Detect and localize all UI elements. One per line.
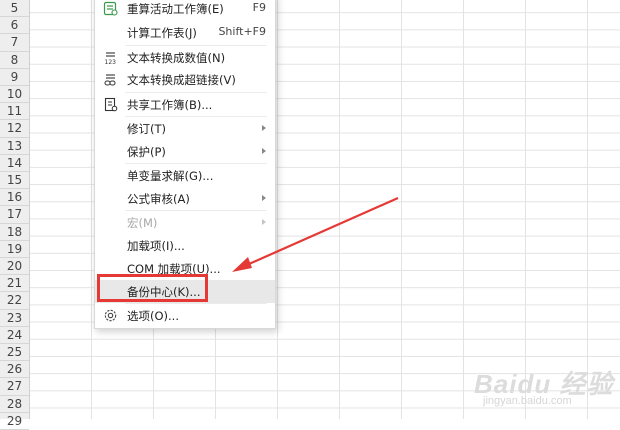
menu-item-label: 单变量求解(G)...: [127, 169, 214, 183]
menu-item-label: 计算工作表(J): [127, 26, 197, 40]
row-header[interactable]: 28: [0, 396, 29, 413]
row-header[interactable]: 17: [0, 206, 29, 224]
submenu-arrow-icon: [262, 148, 266, 154]
menu-item-label: 加载项(I)...: [127, 239, 185, 253]
share-workbook-icon: [102, 96, 118, 112]
text-to-number-icon: 123: [102, 49, 118, 65]
gear-icon: [102, 307, 118, 323]
menu-item-label: 文本转换成数值(N): [127, 51, 226, 65]
recalc-workbook-icon: [102, 0, 118, 16]
menu-item-addins[interactable]: 加载项(I)...: [95, 234, 275, 257]
shortcut-label: F9: [252, 1, 266, 14]
menu-item-label: 公式审核(A): [127, 192, 190, 206]
menu-item-share-workbook[interactable]: 共享工作簿(B)...: [95, 93, 275, 116]
row-header[interactable]: 24: [0, 327, 29, 344]
row-header[interactable]: 5: [0, 0, 29, 18]
menu-item-revisions[interactable]: 修订(T): [95, 117, 275, 140]
menu-item-calc-sheet[interactable]: 计算工作表(J) Shift+F9: [95, 21, 275, 44]
submenu-arrow-icon: [262, 195, 266, 201]
row-header[interactable]: 10: [0, 86, 29, 104]
shortcut-label: Shift+F9: [218, 25, 266, 38]
row-header[interactable]: 7: [0, 34, 29, 52]
submenu-arrow-icon: [262, 219, 266, 225]
menu-item-label: 选项(O)...: [127, 309, 179, 323]
row-header[interactable]: 15: [0, 172, 29, 190]
spreadsheet-grid[interactable]: [0, 0, 620, 419]
row-header[interactable]: 29: [0, 413, 29, 430]
menu-item-protect[interactable]: 保护(P): [95, 140, 275, 163]
menu-item-text-to-number[interactable]: 123 文本转换成数值(N): [95, 46, 275, 69]
menu-item-label: 文本转换成超链接(V): [127, 73, 236, 87]
row-header[interactable]: 20: [0, 258, 29, 276]
menu-item-recalc-workbook[interactable]: 重算活动工作簿(E) F9: [95, 0, 275, 20]
row-header[interactable]: 27: [0, 378, 29, 396]
text-to-link-icon: [102, 71, 118, 87]
menu-item-text-to-link[interactable]: 文本转换成超链接(V): [95, 68, 275, 91]
row-header[interactable]: 14: [0, 155, 29, 172]
row-header[interactable]: 21: [0, 275, 29, 293]
row-header[interactable]: 23: [0, 310, 29, 327]
row-header[interactable]: 8: [0, 52, 29, 69]
submenu-arrow-icon: [262, 125, 266, 131]
row-headers: 5 6 7 8 9 10 11 12 13 14 15 16 17 18 19 …: [0, 0, 30, 430]
row-header[interactable]: 12: [0, 120, 29, 138]
menu-item-label: 共享工作簿(B)...: [127, 98, 213, 112]
menu-item-label: 宏(M): [127, 216, 158, 230]
menu-item-macro[interactable]: 宏(M): [95, 211, 275, 234]
menu-item-label: 修订(T): [127, 122, 166, 136]
svg-text:123: 123: [104, 59, 116, 65]
row-header[interactable]: 9: [0, 69, 29, 86]
menu-item-label: 重算活动工作簿(E): [127, 2, 224, 16]
row-header[interactable]: 26: [0, 361, 29, 379]
row-header[interactable]: 6: [0, 17, 29, 35]
menu-item-goal-seek[interactable]: 单变量求解(G)...: [95, 164, 275, 187]
highlight-box: [97, 274, 208, 302]
row-header[interactable]: 18: [0, 224, 29, 241]
row-header[interactable]: 13: [0, 138, 29, 155]
row-header[interactable]: 22: [0, 292, 29, 310]
menu-item-formula-auditing[interactable]: 公式审核(A): [95, 187, 275, 210]
row-header[interactable]: 19: [0, 241, 29, 258]
watermark-url: jingyan.baidu.com: [483, 395, 572, 407]
row-header[interactable]: 11: [0, 103, 29, 121]
menu-item-options[interactable]: 选项(O)...: [95, 304, 275, 327]
row-header[interactable]: 16: [0, 189, 29, 207]
menu-item-label: 保护(P): [127, 145, 166, 159]
row-header[interactable]: 25: [0, 344, 29, 362]
